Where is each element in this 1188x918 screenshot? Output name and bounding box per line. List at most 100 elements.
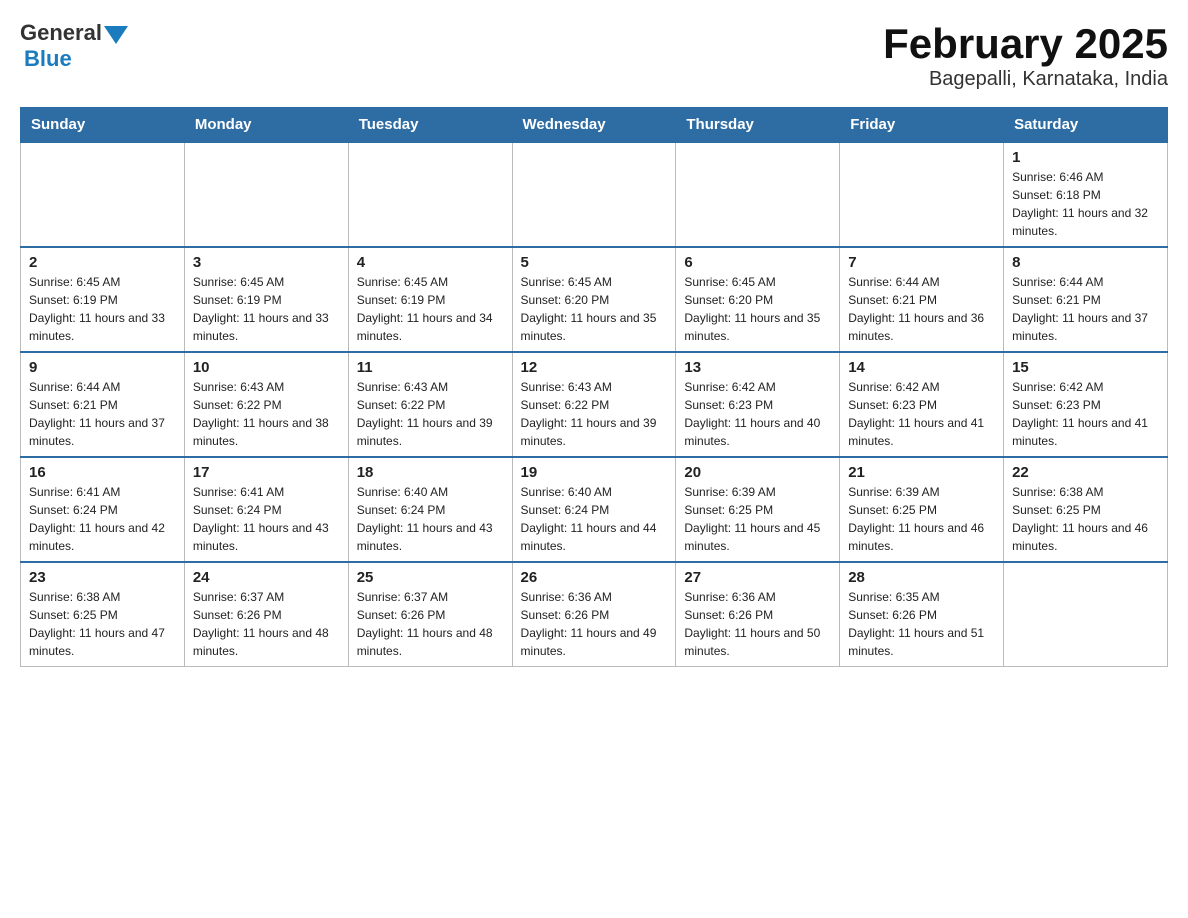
day-info: Sunrise: 6:45 AM Sunset: 6:19 PM Dayligh…: [29, 273, 176, 345]
calendar-cell: 11Sunrise: 6:43 AM Sunset: 6:22 PM Dayli…: [348, 352, 512, 457]
day-number: 21: [848, 464, 995, 481]
calendar-cell: [840, 142, 1004, 247]
calendar-cell: 3 Sunrise: 6:45 AM Sunset: 6:19 PM Daylig…: [184, 247, 348, 352]
day-number: 20: [684, 464, 831, 481]
day-number: 27: [684, 569, 831, 586]
day-number: 24: [193, 569, 340, 586]
day-number: 4: [357, 254, 504, 271]
calendar-cell: 16 Sunrise: 6:41 AM Sunset: 6:24 PM Dayli…: [21, 457, 185, 562]
calendar-cell: 2 Sunrise: 6:45 AM Sunset: 6:19 PM Daylig…: [21, 247, 185, 352]
day-info: Sunrise: 6:40 AM Sunset: 6:24 PM Dayligh…: [521, 483, 668, 555]
day-info: Sunrise: 6:46 AM Sunset: 6:18 PM Dayligh…: [1012, 168, 1159, 240]
week-row-5: 23 Sunrise: 6:38 AM Sunset: 6:25 PM Dayli…: [21, 562, 1168, 667]
day-info: Sunrise: 6:43 AM Sunset: 6:22 PM Dayligh…: [193, 378, 340, 450]
calendar-cell: 15 Sunrise: 6:42 AM Sunset: 6:23 PM Dayli…: [1004, 352, 1168, 457]
calendar-cell: 4 Sunrise: 6:45 AM Sunset: 6:19 PM Daylig…: [348, 247, 512, 352]
title-block: February 2025 Bagepalli, Karnataka, Indi…: [883, 20, 1168, 91]
day-info: Sunrise: 6:45 AM Sunset: 6:19 PM Dayligh…: [193, 273, 340, 345]
calendar-cell: 23 Sunrise: 6:38 AM Sunset: 6:25 PM Dayli…: [21, 562, 185, 667]
day-number: 6: [684, 254, 831, 271]
day-info: Sunrise: 6:45 AM Sunset: 6:19 PM Dayligh…: [357, 273, 504, 345]
week-row-3: 9Sunrise: 6:44 AM Sunset: 6:21 PM Daylig…: [21, 352, 1168, 457]
calendar-cell: 8 Sunrise: 6:44 AM Sunset: 6:21 PM Daylig…: [1004, 247, 1168, 352]
calendar-cell: 19 Sunrise: 6:40 AM Sunset: 6:24 PM Dayli…: [512, 457, 676, 562]
day-info: Sunrise: 6:45 AM Sunset: 6:20 PM Dayligh…: [521, 273, 668, 345]
day-info: Sunrise: 6:38 AM Sunset: 6:25 PM Dayligh…: [1012, 483, 1159, 555]
day-info: Sunrise: 6:36 AM Sunset: 6:26 PM Dayligh…: [684, 588, 831, 660]
day-number: 13: [684, 359, 831, 376]
day-number: 28: [848, 569, 995, 586]
day-info: Sunrise: 6:44 AM Sunset: 6:21 PM Dayligh…: [1012, 273, 1159, 345]
calendar-cell: [1004, 562, 1168, 667]
day-number: 26: [521, 569, 668, 586]
calendar-cell: [184, 142, 348, 247]
calendar-cell: 21 Sunrise: 6:39 AM Sunset: 6:25 PM Dayli…: [840, 457, 1004, 562]
day-info: Sunrise: 6:35 AM Sunset: 6:26 PM Dayligh…: [848, 588, 995, 660]
calendar-cell: 20Sunrise: 6:39 AM Sunset: 6:25 PM Dayli…: [676, 457, 840, 562]
day-info: Sunrise: 6:41 AM Sunset: 6:24 PM Dayligh…: [193, 483, 340, 555]
calendar-cell: 1 Sunrise: 6:46 AM Sunset: 6:18 PM Daylig…: [1004, 142, 1168, 247]
day-info: Sunrise: 6:37 AM Sunset: 6:26 PM Dayligh…: [193, 588, 340, 660]
logo-blue-text: Blue: [24, 46, 72, 71]
day-number: 23: [29, 569, 176, 586]
day-number: 19: [521, 464, 668, 481]
week-row-1: 1 Sunrise: 6:46 AM Sunset: 6:18 PM Daylig…: [21, 142, 1168, 247]
weekday-header-sunday: Sunday: [21, 108, 185, 143]
day-number: 16: [29, 464, 176, 481]
day-number: 8: [1012, 254, 1159, 271]
weekday-header-saturday: Saturday: [1004, 108, 1168, 143]
calendar-cell: 27 Sunrise: 6:36 AM Sunset: 6:26 PM Dayli…: [676, 562, 840, 667]
day-info: Sunrise: 6:42 AM Sunset: 6:23 PM Dayligh…: [684, 378, 831, 450]
day-number: 18: [357, 464, 504, 481]
weekday-header-monday: Monday: [184, 108, 348, 143]
day-info: Sunrise: 6:44 AM Sunset: 6:21 PM Dayligh…: [848, 273, 995, 345]
logo-general-text: General: [20, 20, 102, 46]
weekday-header-row: SundayMondayTuesdayWednesdayThursdayFrid…: [21, 108, 1168, 143]
calendar-cell: 28 Sunrise: 6:35 AM Sunset: 6:26 PM Dayli…: [840, 562, 1004, 667]
calendar-cell: 10Sunrise: 6:43 AM Sunset: 6:22 PM Dayli…: [184, 352, 348, 457]
day-info: Sunrise: 6:43 AM Sunset: 6:22 PM Dayligh…: [357, 378, 504, 450]
weekday-header-thursday: Thursday: [676, 108, 840, 143]
day-info: Sunrise: 6:43 AM Sunset: 6:22 PM Dayligh…: [521, 378, 668, 450]
day-number: 14: [848, 359, 995, 376]
calendar-cell: 5 Sunrise: 6:45 AM Sunset: 6:20 PM Daylig…: [512, 247, 676, 352]
weekday-header-tuesday: Tuesday: [348, 108, 512, 143]
day-info: Sunrise: 6:37 AM Sunset: 6:26 PM Dayligh…: [357, 588, 504, 660]
calendar-cell: [512, 142, 676, 247]
day-info: Sunrise: 6:45 AM Sunset: 6:20 PM Dayligh…: [684, 273, 831, 345]
day-info: Sunrise: 6:42 AM Sunset: 6:23 PM Dayligh…: [1012, 378, 1159, 450]
day-number: 12: [521, 359, 668, 376]
week-row-2: 2 Sunrise: 6:45 AM Sunset: 6:19 PM Daylig…: [21, 247, 1168, 352]
day-number: 7: [848, 254, 995, 271]
calendar-table: SundayMondayTuesdayWednesdayThursdayFrid…: [20, 107, 1168, 667]
day-info: Sunrise: 6:39 AM Sunset: 6:25 PM Dayligh…: [848, 483, 995, 555]
day-number: 25: [357, 569, 504, 586]
logo: General Blue: [20, 20, 128, 72]
day-number: 17: [193, 464, 340, 481]
day-number: 15: [1012, 359, 1159, 376]
day-number: 2: [29, 254, 176, 271]
calendar-cell: 18 Sunrise: 6:40 AM Sunset: 6:24 PM Dayli…: [348, 457, 512, 562]
day-number: 1: [1012, 149, 1159, 166]
calendar-cell: 22Sunrise: 6:38 AM Sunset: 6:25 PM Dayli…: [1004, 457, 1168, 562]
calendar-cell: 26 Sunrise: 6:36 AM Sunset: 6:26 PM Dayli…: [512, 562, 676, 667]
calendar-cell: [676, 142, 840, 247]
calendar-cell: [21, 142, 185, 247]
calendar-cell: 12 Sunrise: 6:43 AM Sunset: 6:22 PM Dayli…: [512, 352, 676, 457]
day-number: 9: [29, 359, 176, 376]
day-info: Sunrise: 6:42 AM Sunset: 6:23 PM Dayligh…: [848, 378, 995, 450]
calendar-cell: 25 Sunrise: 6:37 AM Sunset: 6:26 PM Dayli…: [348, 562, 512, 667]
day-info: Sunrise: 6:38 AM Sunset: 6:25 PM Dayligh…: [29, 588, 176, 660]
day-number: 5: [521, 254, 668, 271]
week-row-4: 16 Sunrise: 6:41 AM Sunset: 6:24 PM Dayli…: [21, 457, 1168, 562]
calendar-cell: 7 Sunrise: 6:44 AM Sunset: 6:21 PM Daylig…: [840, 247, 1004, 352]
calendar-cell: 17 Sunrise: 6:41 AM Sunset: 6:24 PM Dayli…: [184, 457, 348, 562]
calendar-cell: [348, 142, 512, 247]
calendar-cell: 6 Sunrise: 6:45 AM Sunset: 6:20 PM Daylig…: [676, 247, 840, 352]
day-number: 3: [193, 254, 340, 271]
day-info: Sunrise: 6:41 AM Sunset: 6:24 PM Dayligh…: [29, 483, 176, 555]
calendar-cell: 9Sunrise: 6:44 AM Sunset: 6:21 PM Daylig…: [21, 352, 185, 457]
calendar-cell: 14 Sunrise: 6:42 AM Sunset: 6:23 PM Dayli…: [840, 352, 1004, 457]
day-info: Sunrise: 6:40 AM Sunset: 6:24 PM Dayligh…: [357, 483, 504, 555]
day-info: Sunrise: 6:36 AM Sunset: 6:26 PM Dayligh…: [521, 588, 668, 660]
